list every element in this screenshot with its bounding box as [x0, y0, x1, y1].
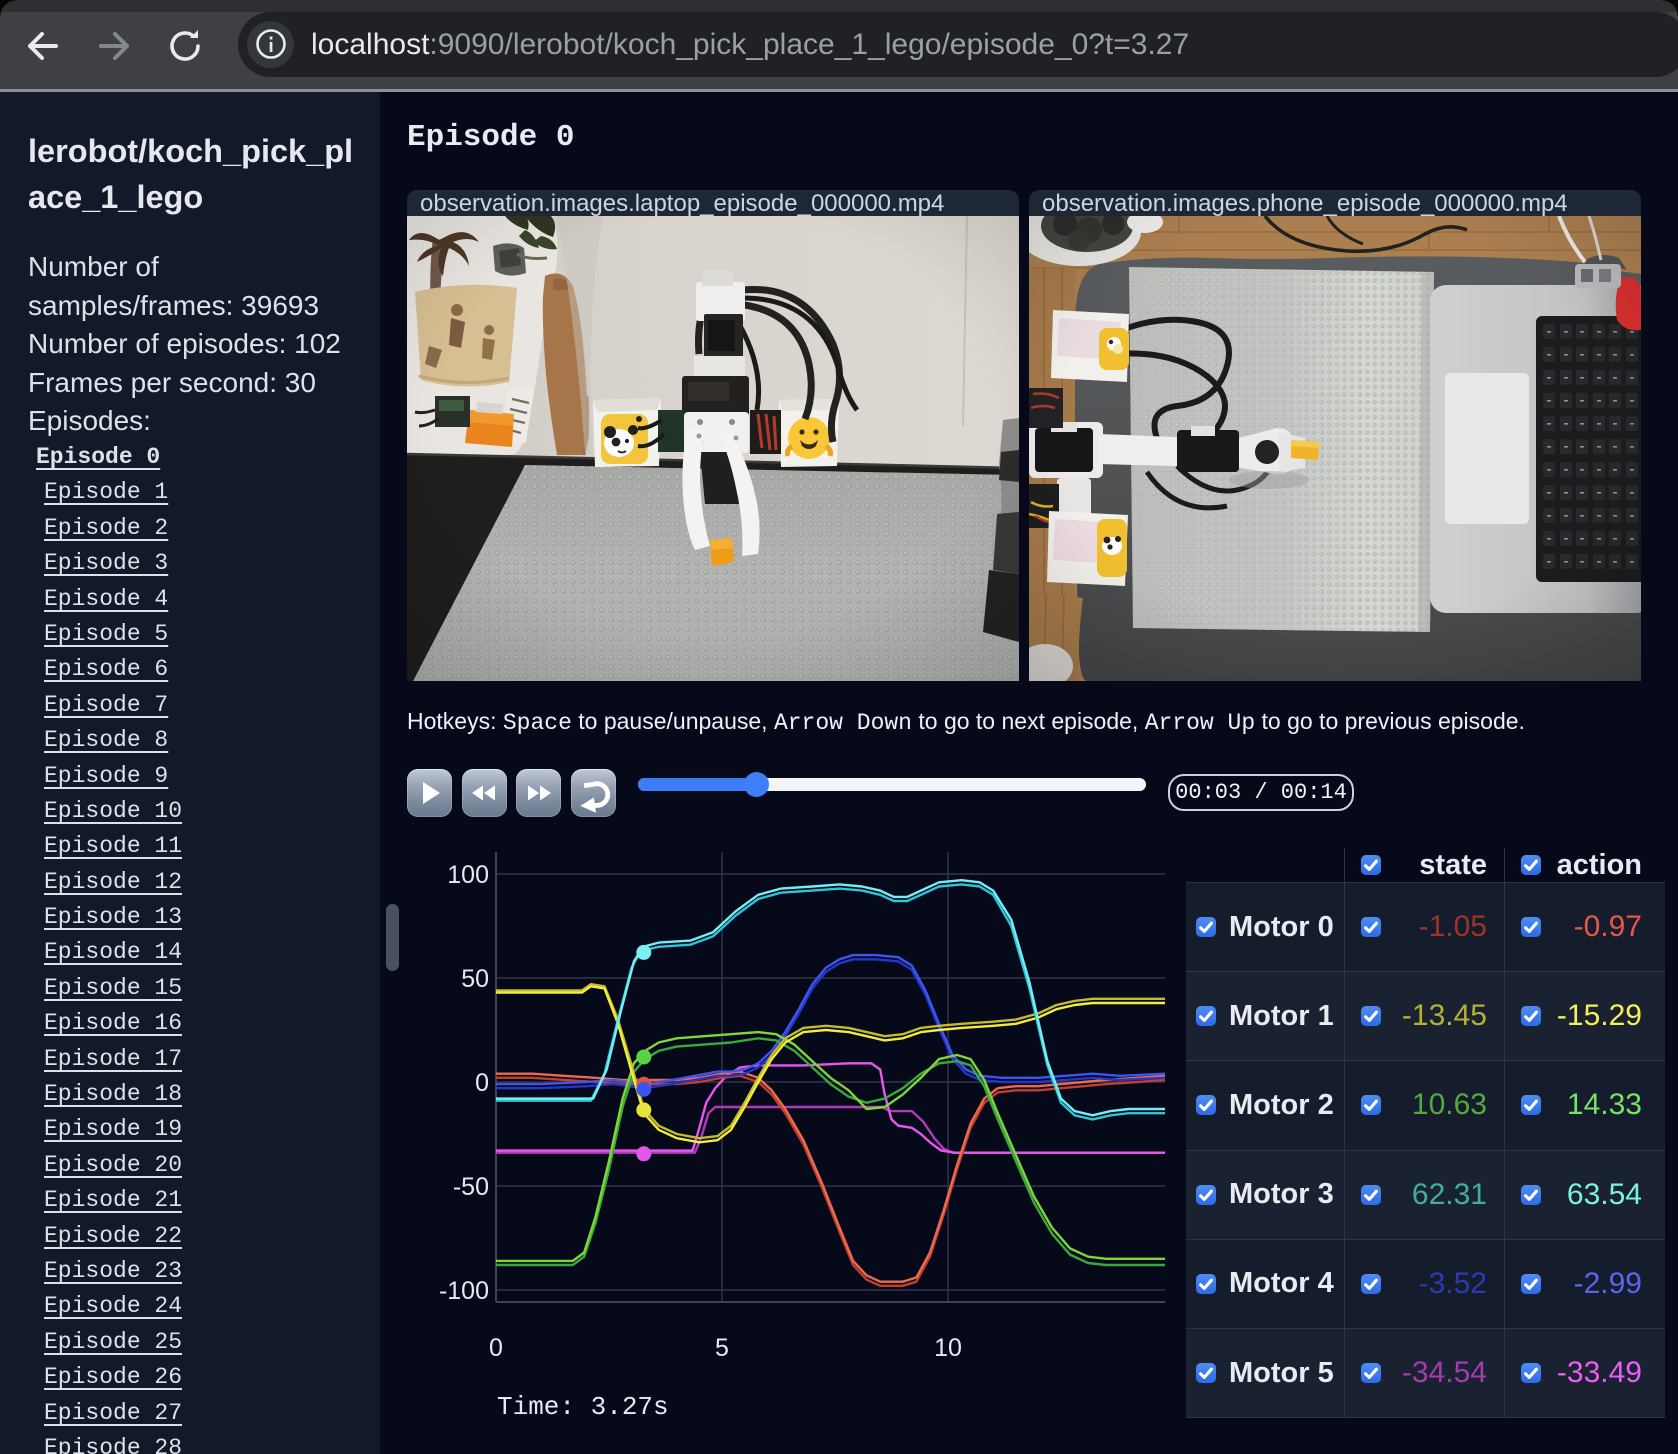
svg-text:0: 0: [475, 1069, 489, 1097]
svg-text:-50: -50: [453, 1173, 489, 1201]
svg-text:50: 50: [461, 965, 489, 993]
svg-text:Time: 3.27s: Time: 3.27s: [497, 1392, 669, 1422]
svg-text:-100: -100: [439, 1277, 489, 1305]
svg-text:10: 10: [934, 1334, 962, 1362]
svg-text:0: 0: [489, 1334, 503, 1362]
svg-text:100: 100: [447, 861, 489, 889]
svg-text:5: 5: [715, 1334, 729, 1362]
